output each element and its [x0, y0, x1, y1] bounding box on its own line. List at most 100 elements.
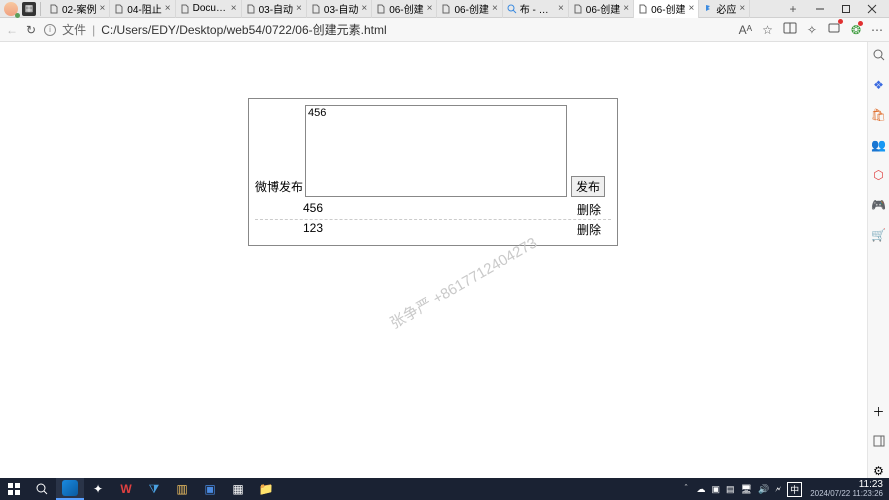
taskbar-left: ✦ W ⧩ ▥ ▣ ▦ 📁 [0, 478, 280, 500]
edge-taskbar-icon[interactable] [56, 478, 84, 500]
zoom-icon[interactable]: ▣ [196, 478, 224, 500]
tab-label: 06-创建 [651, 1, 685, 16]
url-divider: | [92, 23, 95, 37]
collections-icon[interactable]: ✧ [807, 23, 817, 37]
tab-label: 06-创建 [389, 1, 423, 16]
publish-row: 微博发布 发布 [255, 105, 611, 197]
start-button[interactable] [0, 478, 28, 500]
hide-sidebar-icon[interactable] [872, 434, 886, 448]
network-icon[interactable]: 🖥 [741, 484, 752, 495]
delete-link[interactable]: 删除 [577, 221, 601, 238]
close-tab-icon[interactable]: × [427, 3, 433, 14]
settings-icon[interactable]: ⚙ [872, 464, 886, 478]
divider [40, 2, 41, 16]
file-icon [180, 4, 190, 14]
tab-strip: 02-案例×04-阻止×Docume×03-自动×03-自动×06-创建×06-… [45, 0, 779, 18]
url-scheme: 文件 [62, 21, 86, 38]
add-sidebar-icon[interactable]: ＋ [872, 404, 886, 418]
close-tab-icon[interactable]: × [296, 3, 302, 14]
profile-icon[interactable] [4, 2, 18, 16]
back-button[interactable]: ← [6, 23, 18, 37]
app-icon-2[interactable]: ▦ [224, 478, 252, 500]
close-tab-icon[interactable]: × [739, 3, 745, 14]
app-icon-1[interactable]: ✦ [84, 478, 112, 500]
close-tab-icon[interactable]: × [165, 3, 171, 14]
battery-icon[interactable]: 🗲 [775, 484, 781, 495]
tab-10[interactable]: 必应× [699, 0, 750, 18]
minimize-button[interactable] [807, 0, 833, 18]
tab-5[interactable]: 06-创建 × [372, 0, 437, 18]
extensions-icon[interactable] [827, 21, 841, 38]
reload-button[interactable]: ↻ [26, 23, 36, 37]
tray-icon-1[interactable]: ▣ [711, 484, 720, 495]
close-tab-icon[interactable]: × [623, 3, 629, 14]
edge-sidebar: ❖ 🛍 👥 ⬡ 🎮 🛒 ＋ ⚙ [867, 42, 889, 478]
publish-button[interactable]: 发布 [571, 176, 605, 197]
favorite-icon[interactable]: ☆ [762, 23, 773, 37]
close-tab-icon[interactable]: × [558, 3, 564, 14]
close-tab-icon[interactable]: × [492, 3, 498, 14]
browser-essentials-icon[interactable]: ❂ [851, 23, 861, 37]
url-path: C:/Users/EDY/Desktop/web54/0722/06-创建元素.… [101, 21, 386, 38]
page-content: 微博发布 发布 456删除123删除 张争严 +8617712404273 [0, 42, 867, 478]
taskbar: ✦ W ⧩ ▥ ▣ ▦ 📁 ＾ ☁ ▣ ▤ 🖥 🔊 🗲 中 11:23 2024… [0, 478, 889, 500]
tab-1[interactable]: 04-阻止 × [110, 0, 175, 18]
read-aloud-icon[interactable]: Aᴬ [739, 23, 752, 37]
folder-icon[interactable]: 📁 [252, 478, 280, 500]
file-icon [49, 4, 59, 14]
window-controls [807, 0, 885, 18]
tab-4[interactable]: 03-自动× [307, 0, 372, 18]
close-tab-icon[interactable]: × [361, 3, 367, 14]
search-icon[interactable] [872, 48, 886, 62]
compose-textarea[interactable] [305, 105, 567, 197]
vscode-icon[interactable]: ⧩ [140, 478, 168, 500]
tab-0[interactable]: 02-案例× [45, 0, 110, 18]
post-item: 123删除 [255, 220, 611, 239]
close-tab-icon[interactable]: × [689, 3, 695, 14]
tab-label: 04-阻止 [127, 1, 161, 16]
more-icon[interactable]: ⋯ [871, 23, 883, 37]
file-icon [441, 4, 451, 14]
watermark: 张争严 +8617712404273 [386, 232, 541, 333]
tab-6[interactable]: 06-创建 × [437, 0, 502, 18]
new-tab-button[interactable]: + [783, 2, 803, 16]
post-list: 456删除123删除 [255, 200, 611, 239]
close-tab-icon[interactable]: × [231, 3, 237, 14]
split-screen-icon[interactable] [783, 21, 797, 38]
delete-link[interactable]: 删除 [577, 201, 601, 218]
people-icon[interactable]: 👥 [872, 138, 886, 152]
tools-icon[interactable]: ❖ [872, 78, 886, 92]
shopping-icon[interactable]: 🛍 [872, 108, 886, 122]
close-window-button[interactable] [859, 0, 885, 18]
system-tray[interactable]: ＾ ☁ ▣ ▤ 🖥 🔊 🗲 中 [681, 482, 802, 497]
address-bar[interactable]: i 文件 | C:/Users/EDY/Desktop/web54/0722/0… [44, 21, 731, 38]
tab-8[interactable]: 06-创建× [569, 0, 634, 18]
cloud-icon[interactable]: ☁ [696, 484, 705, 495]
tray-icon-2[interactable]: ▤ [726, 484, 735, 495]
file-icon [376, 4, 386, 14]
site-info-icon[interactable]: i [44, 24, 56, 36]
clock-date: 2024/07/22 11:23:26 [810, 490, 883, 498]
toolbar-actions: Aᴬ ☆ ✧ ❂ ⋯ [739, 21, 883, 38]
wps-icon[interactable]: W [112, 478, 140, 500]
file-icon [246, 4, 256, 14]
tab-label: 06-创建 [454, 1, 488, 16]
tab-2[interactable]: Docume× [176, 0, 242, 18]
tab-actions-icon[interactable]: ▦ [22, 2, 36, 16]
search-button[interactable] [28, 478, 56, 500]
cart-icon[interactable]: 🛒 [872, 228, 886, 242]
explorer-icon[interactable]: ▥ [168, 478, 196, 500]
m365-icon[interactable]: ⬡ [872, 168, 886, 182]
taskbar-right: ＾ ☁ ▣ ▤ 🖥 🔊 🗲 中 11:23 2024/07/22 11:23:2… [681, 480, 889, 498]
games-icon[interactable]: 🎮 [872, 198, 886, 212]
close-tab-icon[interactable]: × [99, 3, 105, 14]
tab-label: 必应 [716, 1, 736, 16]
clock[interactable]: 11:23 2024/07/22 11:23:26 [810, 480, 883, 498]
tab-7[interactable]: 布 - 搜索× [503, 0, 569, 18]
volume-icon[interactable]: 🔊 [758, 484, 769, 495]
maximize-button[interactable] [833, 0, 859, 18]
tray-chevron-icon[interactable]: ＾ [681, 483, 690, 496]
tab-3[interactable]: 03-自动× [242, 0, 307, 18]
tab-9[interactable]: 06-创建 × [634, 0, 699, 18]
ime-indicator[interactable]: 中 [787, 482, 802, 497]
